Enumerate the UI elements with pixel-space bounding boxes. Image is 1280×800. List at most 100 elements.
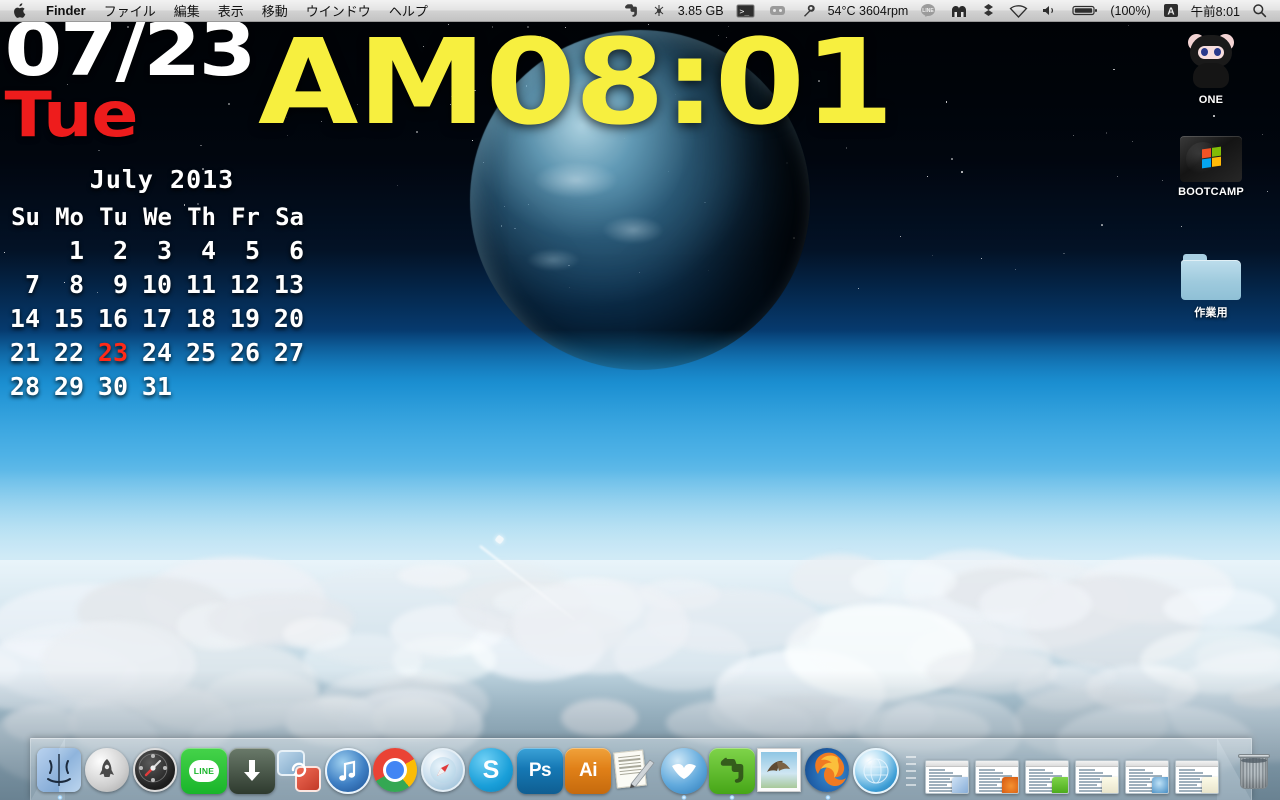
wifi-icon[interactable] bbox=[1002, 0, 1035, 21]
star bbox=[1127, 24, 1129, 26]
dock-minimized-window[interactable] bbox=[1025, 760, 1069, 794]
dock-item-safari[interactable] bbox=[421, 748, 467, 794]
launchpad-icon bbox=[85, 748, 131, 794]
finder-icon bbox=[37, 748, 83, 794]
dock-minimized-window[interactable] bbox=[925, 760, 969, 794]
star bbox=[1180, 226, 1182, 228]
bear-icon[interactable] bbox=[943, 0, 975, 21]
display-icon[interactable] bbox=[762, 0, 793, 21]
fan-control-icon[interactable] bbox=[645, 0, 673, 21]
dock-item-screenflow[interactable] bbox=[277, 748, 323, 794]
calendar-day: 1 bbox=[68, 236, 84, 265]
dock-item-mail[interactable] bbox=[757, 748, 803, 794]
line-icon[interactable]: LINE bbox=[913, 0, 943, 21]
star bbox=[1101, 224, 1104, 227]
calendar-day: 20 bbox=[273, 304, 304, 333]
star bbox=[396, 184, 398, 186]
dock-item-openoffice[interactable] bbox=[661, 748, 707, 800]
menu-item-file[interactable]: ファイル bbox=[95, 0, 165, 21]
dock-minimized-window[interactable] bbox=[1175, 760, 1219, 794]
calendar-weekday-header: Fr bbox=[231, 203, 260, 231]
temperature-rpm-status[interactable]: 54°C 3604rpm bbox=[823, 0, 914, 21]
calendar-day: 14 bbox=[9, 304, 40, 333]
calendar-day: 13 bbox=[273, 270, 304, 299]
terminal-icon[interactable]: >_ bbox=[729, 0, 762, 21]
dock-item-downloader[interactable] bbox=[229, 748, 275, 794]
dashboard-icon bbox=[133, 748, 179, 794]
dock-item-globe-browser[interactable] bbox=[853, 748, 899, 794]
calendar-day: 12 bbox=[229, 270, 260, 299]
menu-item-window[interactable]: ウインドウ bbox=[297, 0, 380, 21]
desktop-icon-bootcamp[interactable]: BOOTCAMP bbox=[1156, 120, 1266, 198]
star bbox=[951, 158, 953, 160]
dock-minimized-window[interactable] bbox=[975, 760, 1019, 794]
calendar-day: 26 bbox=[229, 338, 260, 367]
dock-item-adobe-illustrator[interactable]: Ai bbox=[565, 748, 611, 794]
dock-item-firefox[interactable] bbox=[805, 748, 851, 800]
menu-bar[interactable]: Finder ファイル 編集 表示 移動 ウインドウ ヘルプ 3.85 GB >… bbox=[0, 0, 1280, 22]
dock-item-notes[interactable] bbox=[613, 748, 659, 794]
dock-item-finder[interactable] bbox=[37, 748, 83, 800]
dock-minimized-window[interactable] bbox=[1075, 760, 1119, 794]
evernote-icon[interactable] bbox=[617, 0, 645, 21]
volume-icon[interactable] bbox=[1035, 0, 1065, 21]
calendar-day: 4 bbox=[200, 236, 216, 265]
desktop-icon-label: ONE bbox=[1198, 94, 1224, 106]
dock-item-launchpad[interactable] bbox=[85, 748, 131, 794]
desktop-calendar-widget: July 2013 Su Mo Tu We Th Fr Sa 1 2 3 4 5 6 7 8 9 10 11 12 1… bbox=[0, 165, 310, 404]
dock-minimized-window[interactable] bbox=[1125, 760, 1169, 794]
menu-app-name[interactable]: Finder bbox=[37, 0, 95, 21]
chrome-icon bbox=[373, 748, 419, 794]
input-source-icon[interactable]: A bbox=[1156, 0, 1186, 21]
battery-percent-label[interactable]: (100%) bbox=[1105, 0, 1155, 21]
desktop-icon-work-folder[interactable]: 作業用 bbox=[1156, 238, 1266, 320]
dropbox-icon[interactable] bbox=[975, 0, 1002, 21]
star bbox=[926, 176, 928, 178]
apple-logo-icon[interactable] bbox=[0, 2, 37, 19]
calendar-day: 30 bbox=[97, 372, 128, 401]
calendar-title: July 2013 bbox=[89, 165, 235, 194]
calendar-day-empty bbox=[222, 370, 266, 404]
svg-text:A: A bbox=[1167, 7, 1174, 18]
menu-item-edit[interactable]: 編集 bbox=[165, 0, 209, 21]
dock-item-line[interactable]: LINE bbox=[181, 748, 227, 794]
calendar-weekday-header: Tu bbox=[99, 203, 128, 231]
desktop-icon-one[interactable]: ONE bbox=[1156, 28, 1266, 106]
search-icon[interactable] bbox=[1245, 0, 1274, 21]
calendar-day: 24 bbox=[141, 338, 172, 367]
star bbox=[1105, 132, 1107, 134]
dock-item-dashboard[interactable] bbox=[133, 748, 179, 794]
star bbox=[1213, 114, 1216, 117]
photoshop-icon: Ps bbox=[517, 748, 563, 794]
calendar-day-empty bbox=[178, 370, 222, 404]
cloud-puff bbox=[851, 561, 957, 601]
dock-item-itunes[interactable] bbox=[325, 748, 371, 794]
dock-item-google-chrome[interactable] bbox=[373, 748, 419, 794]
battery-icon[interactable] bbox=[1065, 0, 1105, 21]
calendar-day: 28 bbox=[9, 372, 40, 401]
dock-running-indicator bbox=[729, 795, 735, 800]
widget-date: 07/23 bbox=[4, 7, 256, 93]
menu-item-go[interactable]: 移動 bbox=[253, 0, 297, 21]
dock-item-trash[interactable] bbox=[1232, 748, 1278, 794]
dock-item-skype[interactable]: S bbox=[469, 748, 515, 794]
dock-item-adobe-photoshop[interactable]: Ps bbox=[517, 748, 563, 794]
star bbox=[1073, 135, 1075, 137]
desktop-big-clock: AM08:01 bbox=[258, 13, 894, 151]
calendar-day: 23 bbox=[97, 338, 128, 367]
star bbox=[200, 144, 202, 147]
menu-item-help[interactable]: ヘルプ bbox=[380, 0, 437, 21]
menu-bar-clock[interactable]: 午前8:01 bbox=[1186, 0, 1245, 21]
safari-icon bbox=[421, 748, 467, 794]
menu-item-view[interactable]: 表示 bbox=[209, 0, 253, 21]
widget-weekday: Tue bbox=[4, 78, 138, 151]
clamp-icon[interactable] bbox=[793, 0, 823, 21]
memory-free-status[interactable]: 3.85 GB bbox=[673, 0, 729, 21]
dock-running-indicator bbox=[57, 795, 63, 800]
star bbox=[961, 171, 964, 173]
star bbox=[945, 101, 947, 103]
cloud-puff bbox=[282, 618, 351, 650]
dock-running-indicator bbox=[825, 795, 831, 800]
dock[interactable]: LINE S Ps Ai bbox=[0, 724, 1280, 800]
dock-item-evernote[interactable] bbox=[709, 748, 755, 800]
